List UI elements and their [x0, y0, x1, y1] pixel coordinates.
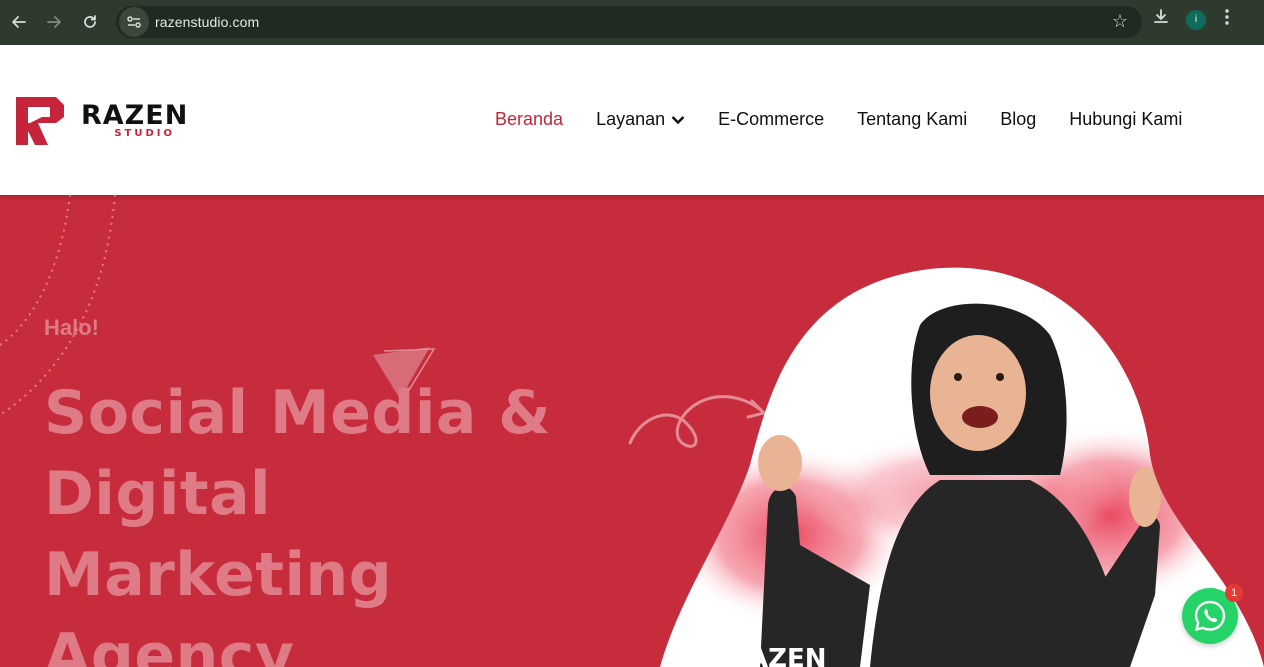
hero-image-caption: RAZEN	[728, 644, 827, 667]
logo-mark-icon	[16, 97, 64, 145]
logo-wordmark: RAZEN	[81, 100, 189, 131]
nav-item-e-commerce[interactable]: E-Commerce	[718, 109, 824, 130]
hero-section: Halo! Social Media & Digital Marketing A…	[0, 195, 1264, 667]
hero-title-line: Agency	[44, 621, 295, 667]
main-navigation: Beranda Layanan E-Commerce Tentang Kami …	[495, 109, 1182, 130]
hero-greeting: Halo!	[44, 315, 99, 340]
download-icon[interactable]	[1152, 8, 1170, 31]
site-header: RAZEN STUDIO Beranda Layanan E-Commerce …	[0, 45, 1264, 195]
nav-item-tentang-kami[interactable]: Tentang Kami	[857, 109, 967, 130]
browser-toolbar: razenstudio.com ☆ i	[0, 0, 1264, 45]
url-text[interactable]: razenstudio.com	[155, 14, 259, 30]
nav-item-layanan-label: Layanan	[596, 109, 666, 129]
address-bar[interactable]: razenstudio.com ☆	[116, 6, 1142, 38]
hero-title-line: Marketing	[44, 540, 393, 610]
whatsapp-icon	[1194, 600, 1226, 632]
profile-avatar[interactable]: i	[1186, 9, 1206, 30]
hero-title-line: Social Media &	[44, 378, 552, 448]
back-icon[interactable]	[5, 8, 33, 36]
nav-item-blog[interactable]: Blog	[1000, 109, 1036, 130]
chevron-down-icon	[671, 115, 685, 125]
hero-image: RAZEN	[640, 265, 1264, 667]
reload-icon[interactable]	[76, 8, 104, 36]
nav-item-beranda[interactable]: Beranda	[495, 109, 563, 130]
notification-badge: 1	[1225, 584, 1243, 602]
site-settings-icon[interactable]	[119, 7, 149, 37]
hero-title: Social Media & Digital Marketing Agency	[44, 373, 604, 667]
nav-item-hubungi-kami[interactable]: Hubungi Kami	[1069, 109, 1182, 130]
forward-icon[interactable]	[40, 8, 68, 36]
kebab-menu-icon[interactable]	[1224, 8, 1230, 31]
bookmark-star-icon[interactable]: ☆	[1112, 11, 1128, 32]
nav-item-layanan[interactable]: Layanan	[596, 109, 685, 130]
site-logo[interactable]: RAZEN STUDIO	[16, 97, 188, 145]
hero-title-line: Digital	[44, 459, 272, 529]
